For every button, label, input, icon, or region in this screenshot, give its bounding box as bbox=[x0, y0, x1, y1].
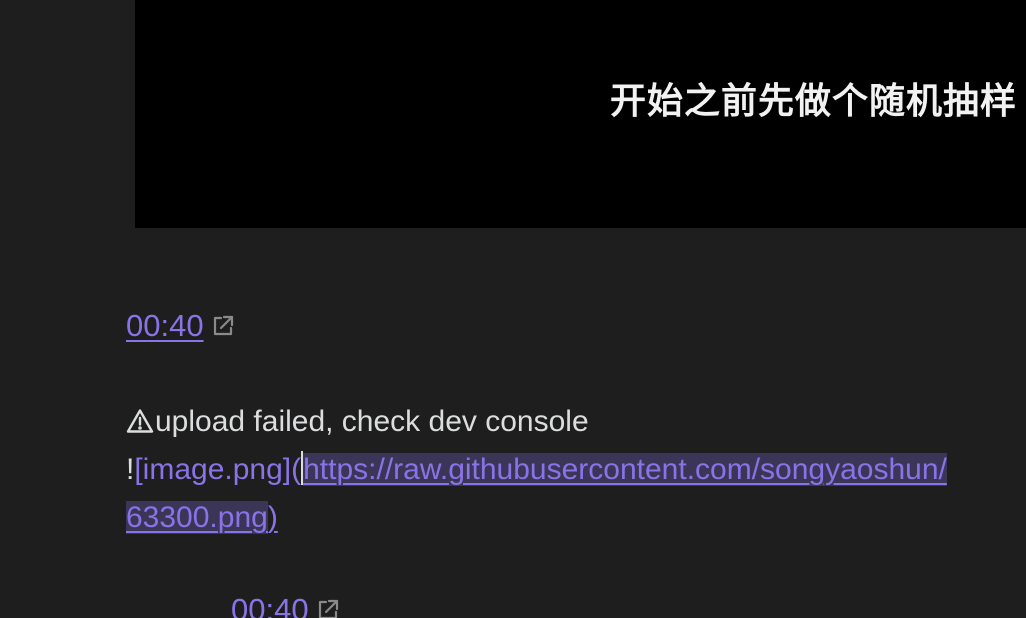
video-embed[interactable]: 开始之前先做个随机抽样 bbox=[135, 0, 1026, 228]
timestamp-link[interactable]: 00:40 bbox=[126, 308, 204, 344]
image-url-link-continued[interactable]: 63300.png bbox=[126, 501, 268, 534]
upload-error-line[interactable]: upload failed, check dev console bbox=[126, 398, 589, 449]
external-link-icon[interactable] bbox=[315, 597, 341, 618]
timestamp-row: 00:40 bbox=[231, 590, 341, 618]
image-open-paren: ( bbox=[291, 453, 302, 486]
image-alt-text[interactable]: [image.png] bbox=[134, 453, 291, 486]
markdown-editor[interactable]: 开始之前先做个随机抽样 00:40 upload failed, check d… bbox=[0, 0, 1026, 618]
image-close-paren: ) bbox=[267, 501, 278, 534]
external-link-icon[interactable] bbox=[210, 313, 236, 339]
image-url-link[interactable]: https://raw.githubusercontent.com/songya… bbox=[303, 453, 947, 486]
timestamp-link[interactable]: 00:40 bbox=[231, 592, 309, 618]
image-markdown-line-continued[interactable]: 63300.png) bbox=[126, 494, 278, 542]
image-markdown-line[interactable]: ![image.png](https://raw.githubuserconte… bbox=[126, 446, 947, 494]
upload-error-message: upload failed, check dev console bbox=[155, 405, 589, 438]
video-subtitle: 开始之前先做个随机抽样 bbox=[610, 80, 1018, 121]
timestamp-row: 00:40 bbox=[126, 306, 236, 346]
warning-triangle-icon bbox=[126, 401, 154, 449]
